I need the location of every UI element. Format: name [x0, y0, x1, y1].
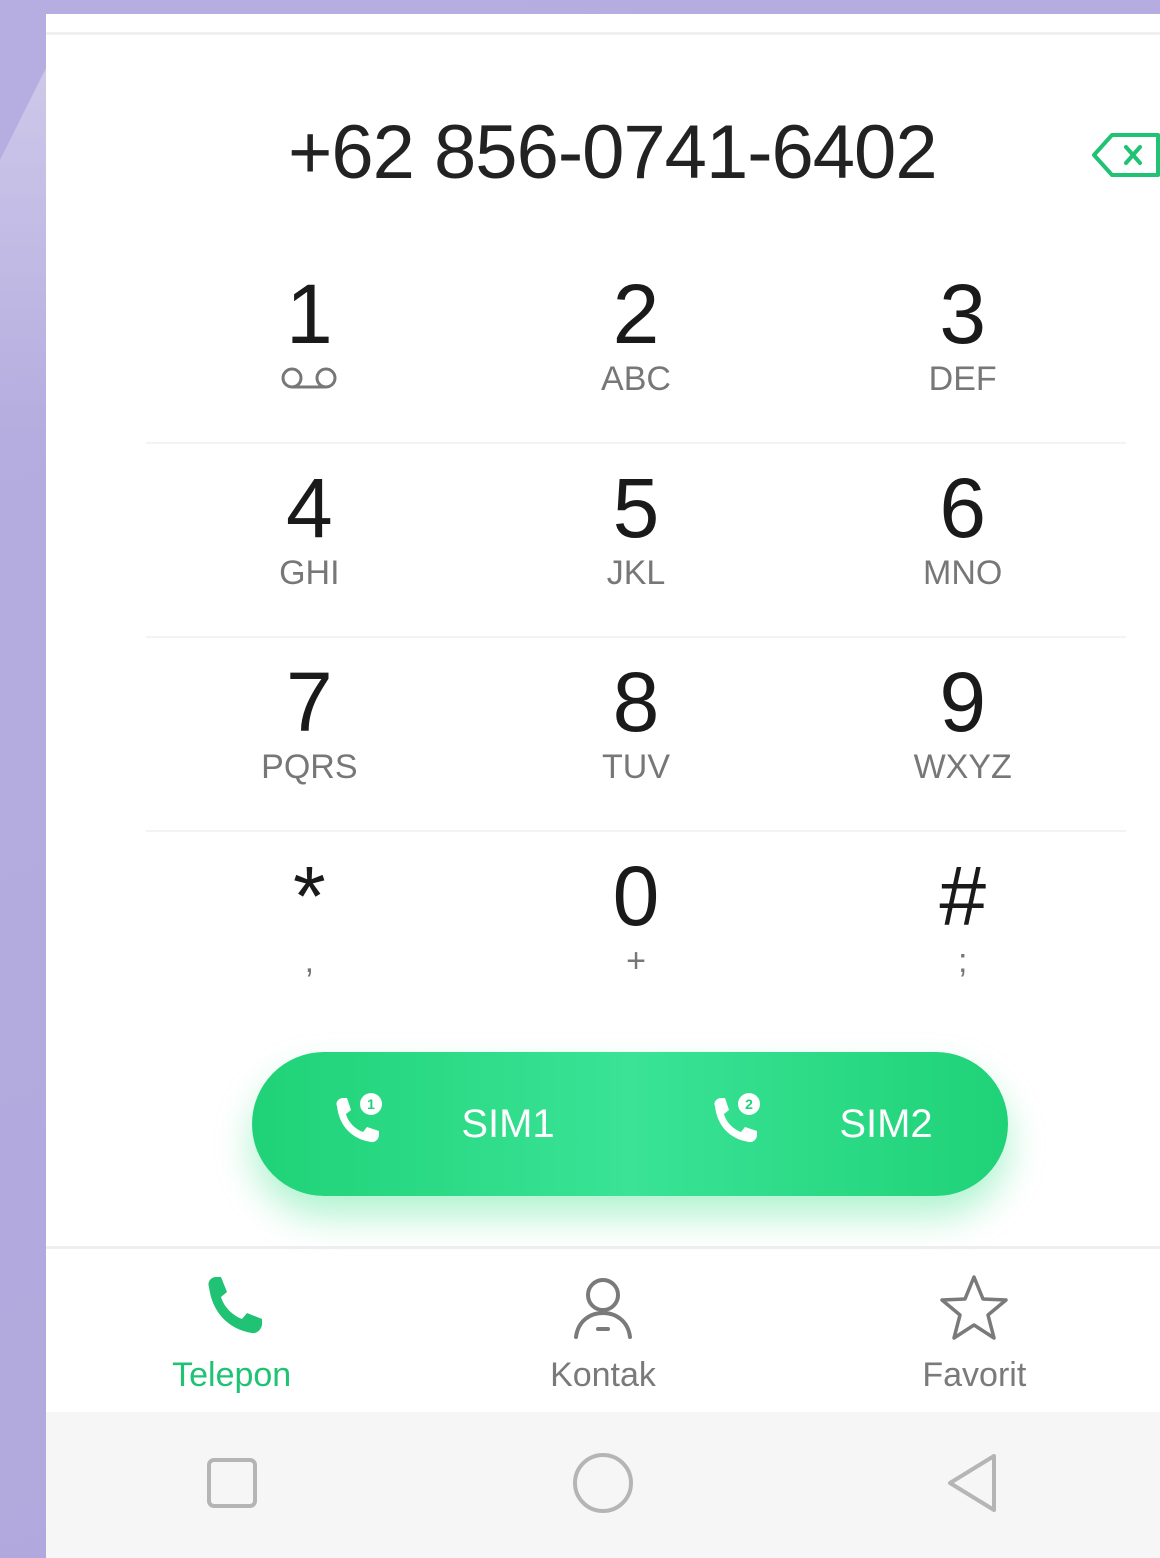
- phone-sim2-icon: 2: [705, 1092, 765, 1157]
- tab-label: Kontak: [550, 1356, 656, 1394]
- key-1[interactable]: 1: [146, 250, 473, 442]
- key-digit: 6: [939, 461, 987, 555]
- back-button[interactable]: [789, 1412, 1160, 1558]
- key-9[interactable]: 9 WXYZ: [799, 638, 1126, 830]
- bottom-tab-bar: Telepon Kontak Favorit: [46, 1246, 1160, 1415]
- star-icon: [939, 1273, 1009, 1348]
- key-digit: 9: [939, 655, 987, 749]
- home-circle-icon: [570, 1450, 636, 1521]
- key-letters: +: [626, 942, 646, 980]
- phone-sim1-icon: 1: [327, 1092, 387, 1157]
- tab-favorit[interactable]: Favorit: [789, 1249, 1160, 1415]
- sim1-badge-number: 1: [367, 1096, 375, 1112]
- recents-button[interactable]: [46, 1412, 417, 1558]
- sim1-label: SIM1: [461, 1101, 555, 1146]
- tab-kontak[interactable]: Kontak: [417, 1249, 788, 1415]
- person-icon: [568, 1273, 638, 1348]
- key-6[interactable]: 6 MNO: [799, 444, 1126, 636]
- key-letters: DEF: [928, 360, 997, 398]
- sim2-label: SIM2: [839, 1101, 933, 1146]
- key-5[interactable]: 5 JKL: [473, 444, 800, 636]
- key-digit: 1: [285, 267, 333, 361]
- tab-label: Telepon: [172, 1356, 292, 1394]
- keypad-row: * , 0 + # ;: [146, 832, 1126, 1024]
- key-letters: TUV: [602, 748, 670, 786]
- key-digit: 5: [612, 461, 660, 555]
- key-digit: *: [292, 849, 326, 943]
- recents-square-icon: [204, 1455, 260, 1516]
- dialed-number: +62 856-0741-6402: [288, 110, 938, 195]
- key-digit: 8: [612, 655, 660, 749]
- key-digit: 4: [285, 461, 333, 555]
- keypad-row: 1 2 ABC 3 DEF: [146, 250, 1126, 444]
- key-2[interactable]: 2 ABC: [473, 250, 800, 442]
- key-letters: MNO: [923, 554, 1003, 592]
- key-8[interactable]: 8 TUV: [473, 638, 800, 830]
- key-digit: 3: [939, 267, 987, 361]
- sim2-badge-number: 2: [745, 1096, 753, 1112]
- keypad: 1 2 ABC 3 DEF 4 GHI 5 JKL 6 MNO 7 PQRS 8…: [146, 250, 1126, 1024]
- call-sim1-button[interactable]: 1 SIM1: [252, 1052, 630, 1196]
- key-letters: ,: [304, 942, 315, 980]
- key-digit: 2: [612, 267, 660, 361]
- call-sim2-button[interactable]: 2 SIM2: [630, 1052, 1008, 1196]
- key-letters: GHI: [279, 554, 340, 592]
- key-letters: WXYZ: [913, 748, 1012, 786]
- system-nav-bar: [46, 1412, 1160, 1558]
- phone-icon: [197, 1273, 267, 1348]
- key-star[interactable]: * ,: [146, 832, 473, 1024]
- number-display: +62 856-0741-6402: [46, 32, 1160, 245]
- keypad-row: 4 GHI 5 JKL 6 MNO: [146, 444, 1126, 638]
- key-digit: 7: [285, 655, 333, 749]
- tab-telepon[interactable]: Telepon: [46, 1249, 417, 1415]
- key-letters: PQRS: [261, 748, 358, 786]
- key-7[interactable]: 7 PQRS: [146, 638, 473, 830]
- home-button[interactable]: [417, 1412, 788, 1558]
- key-4[interactable]: 4 GHI: [146, 444, 473, 636]
- keypad-row: 7 PQRS 8 TUV 9 WXYZ: [146, 638, 1126, 832]
- tab-label: Favorit: [922, 1356, 1027, 1394]
- key-letters: ;: [957, 942, 968, 980]
- call-bar: 1 SIM1 2 SIM2: [252, 1052, 1008, 1196]
- key-0[interactable]: 0 +: [473, 832, 800, 1024]
- backspace-icon[interactable]: [1092, 127, 1160, 183]
- key-hash[interactable]: # ;: [799, 832, 1126, 1024]
- phone-screen: +62 856-0741-6402 1 2 ABC 3 DEF 4 GHI 5 …: [46, 14, 1160, 1558]
- key-digit: #: [939, 849, 987, 943]
- key-letters: ABC: [601, 360, 671, 398]
- key-letters: JKL: [606, 554, 666, 592]
- back-triangle-icon: [944, 1450, 1004, 1521]
- key-3[interactable]: 3 DEF: [799, 250, 1126, 442]
- key-digit: 0: [612, 849, 660, 943]
- voicemail-icon: [278, 366, 340, 397]
